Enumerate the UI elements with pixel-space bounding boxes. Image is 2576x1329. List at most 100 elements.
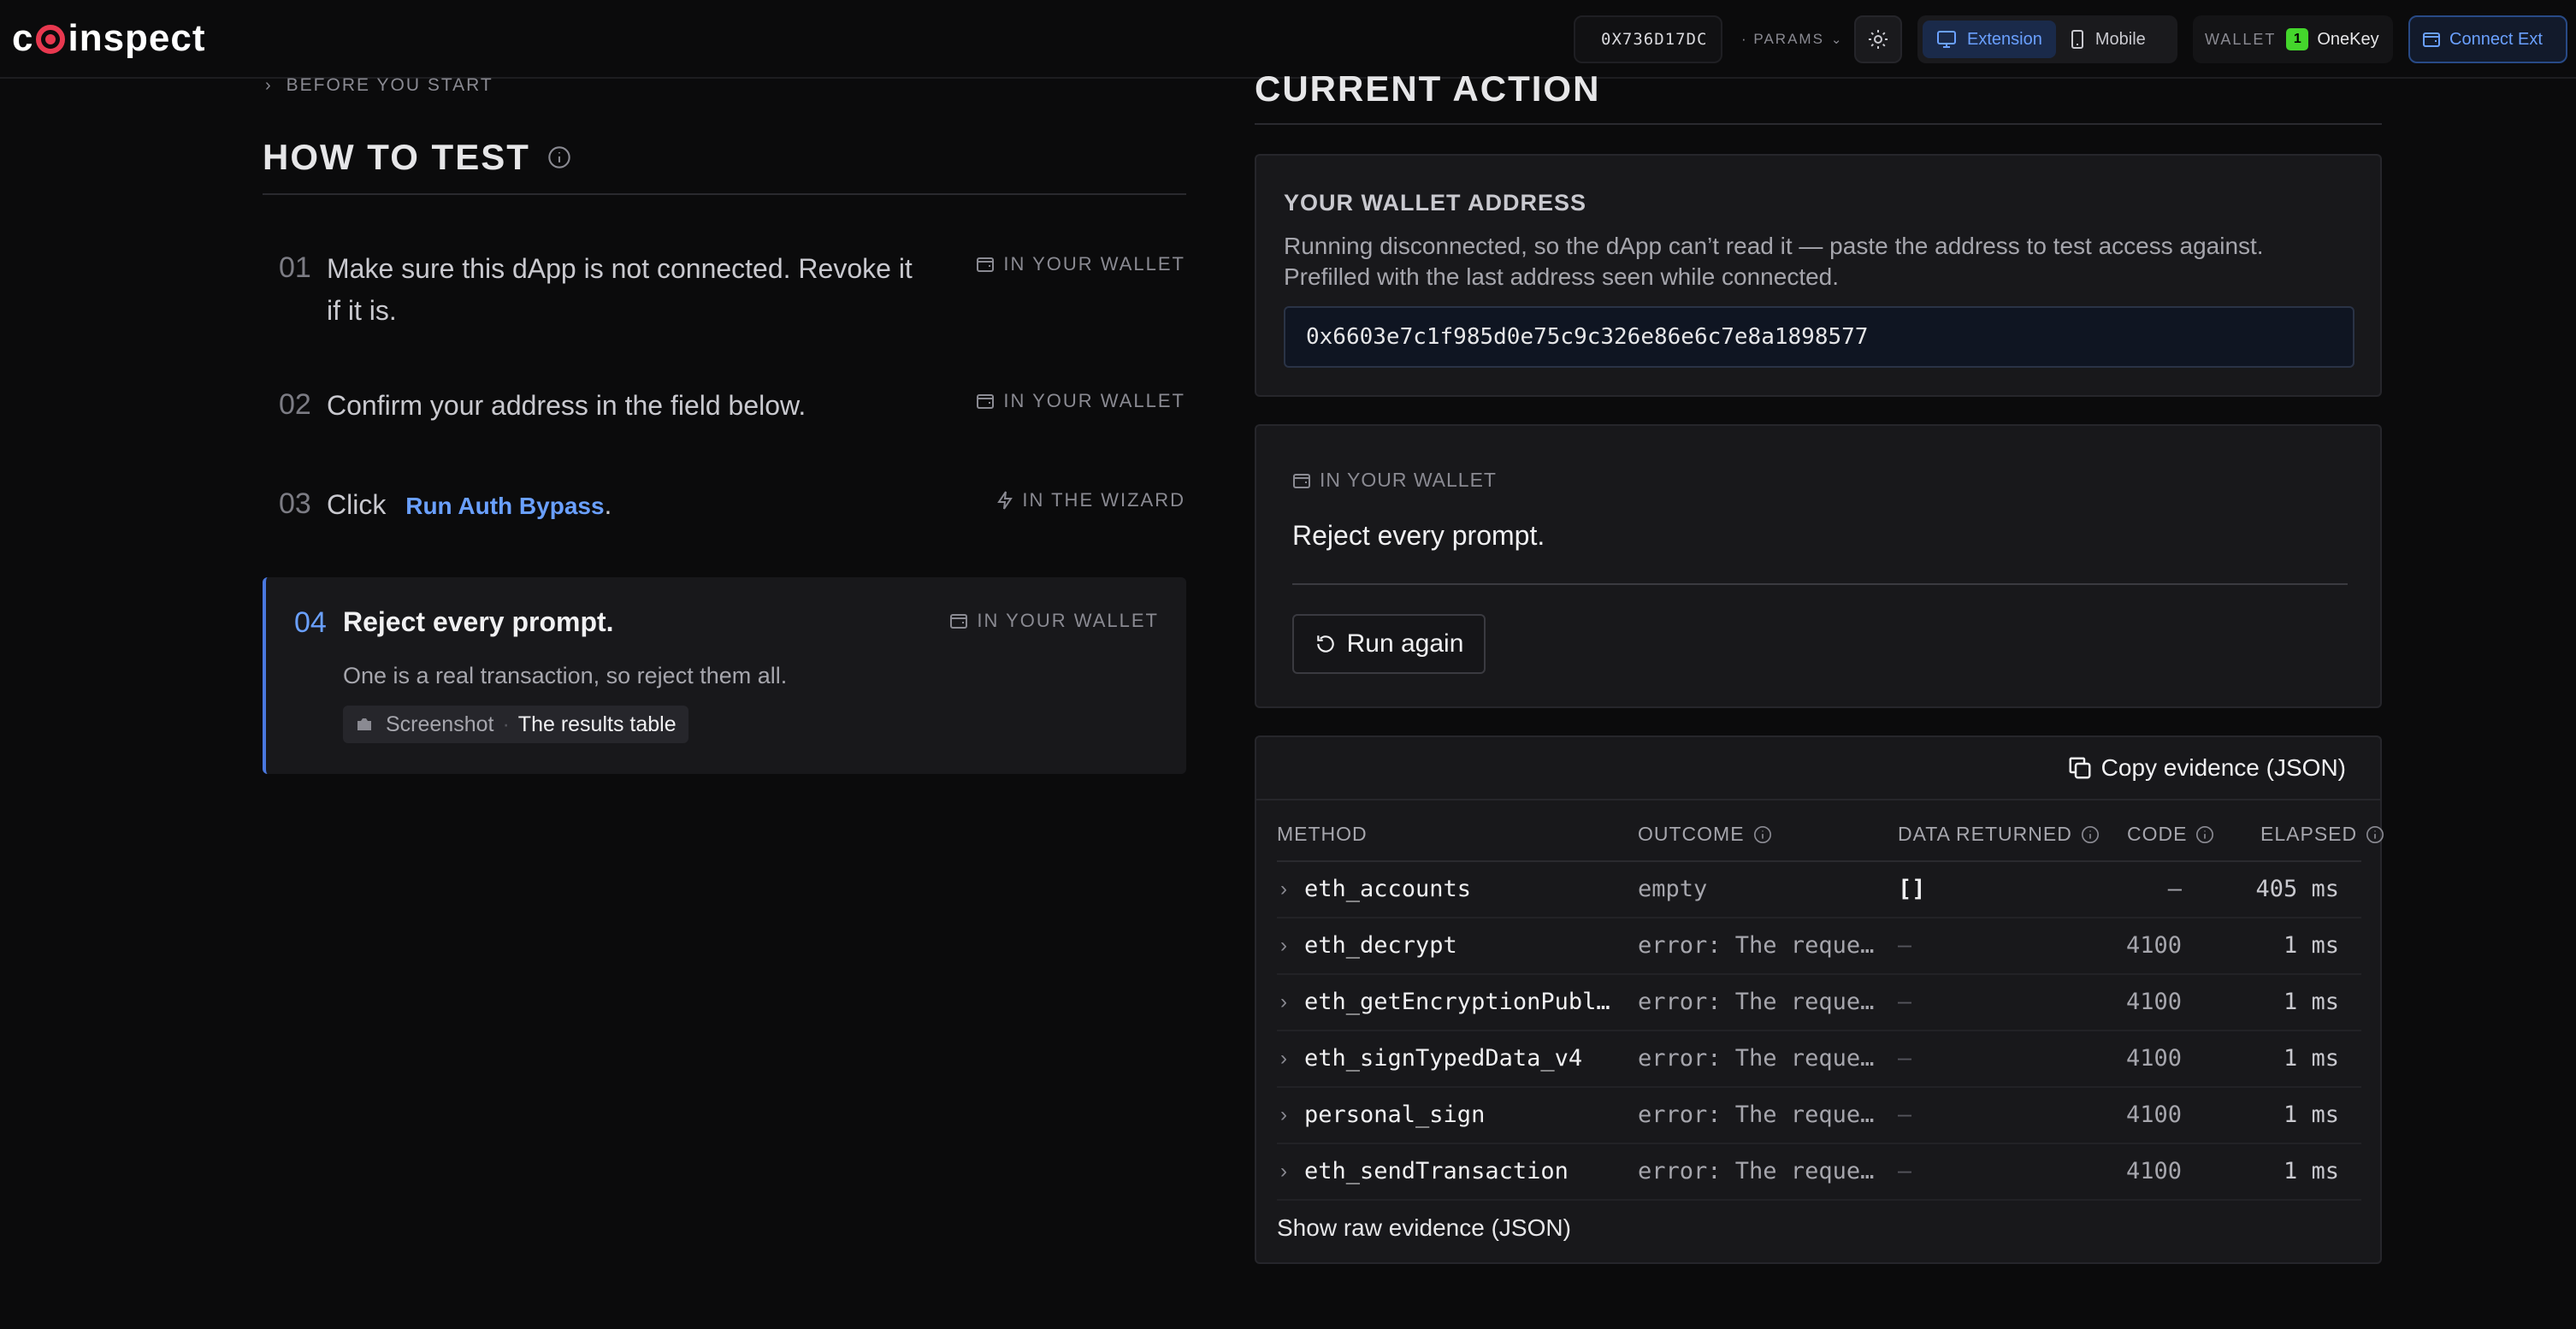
elapsed-cell: 1 ms: [2283, 932, 2339, 959]
action-tag-label: IN YOUR WALLET: [1320, 469, 1497, 491]
wallet-address-input[interactable]: [1284, 306, 2354, 368]
before-you-start-label: BEFORE YOU START: [286, 75, 493, 95]
code-cell: 4100: [2125, 989, 2182, 1015]
code-cell: 4100: [2125, 1102, 2182, 1128]
step-tag-label: IN YOUR WALLET: [1003, 253, 1185, 275]
data-cell: []: [1898, 876, 1926, 902]
wallet-icon: [1293, 473, 1310, 488]
connect-ext-button[interactable]: Connect Ext: [2408, 15, 2567, 63]
how-to-test-heading: HOW TO TEST: [263, 137, 571, 178]
outcome-cell: error: The request was rejected: [1638, 1158, 1882, 1184]
chevron-right-icon: ›: [265, 75, 273, 95]
elapsed-cell: 1 ms: [2283, 1158, 2339, 1184]
connected-address: 0X736D17DC: [1601, 30, 1708, 49]
chevron-right-icon: ›: [1280, 1103, 1287, 1126]
mode-switch: Extension Mobile: [1917, 15, 2177, 63]
info-icon[interactable]: [547, 145, 571, 169]
method-cell: eth_getEncryptionPublicKey: [1304, 989, 1619, 1015]
action-panel: IN YOUR WALLET Reject every prompt. Run …: [1255, 424, 2382, 708]
divider: [1292, 583, 2348, 585]
how-to-test-title: HOW TO TEST: [263, 137, 530, 177]
params-dropdown[interactable]: · PARAMS ⌄: [1736, 15, 1849, 63]
show-raw-evidence-link[interactable]: Show raw evidence (JSON): [1277, 1214, 1571, 1242]
info-icon[interactable]: [1753, 825, 1772, 844]
theme-toggle-button[interactable]: [1854, 15, 1902, 63]
step-04-active-card: 04 Reject every prompt. IN YOUR WALLET O…: [263, 577, 1186, 774]
wallet-icon: [2423, 32, 2440, 47]
mode-mobile-button[interactable]: Mobile: [2056, 21, 2159, 58]
chevron-right-icon: ›: [1280, 1160, 1287, 1183]
info-icon[interactable]: [2081, 825, 2100, 844]
step-tag: IN YOUR WALLET: [976, 253, 1185, 275]
step-tag: IN THE WIZARD: [996, 489, 1185, 511]
coinspect-logo[interactable]: c inspect: [12, 17, 206, 60]
outcome-cell: error: The request was rejected: [1638, 932, 1882, 959]
elapsed-cell: 405 ms: [2255, 876, 2339, 902]
current-action-heading: CURRENT ACTION: [1255, 68, 1601, 109]
divider: [263, 193, 1186, 195]
step-03: 03 Click Run Auth Bypass. IN THE WIZARD: [279, 484, 1185, 535]
params-label: · PARAMS: [1741, 31, 1824, 47]
info-icon[interactable]: [2195, 825, 2214, 844]
mode-extension-label: Extension: [1967, 29, 2042, 49]
screenshot-target: The results table: [517, 712, 676, 736]
column-header-data-returned: DATA RETURNED: [1898, 823, 2100, 846]
code-cell: —: [2167, 876, 2182, 902]
top-bar: c inspect 0X736D17DC · PARAMS ⌄ Extension…: [0, 0, 2576, 79]
step-text-suffix: .: [604, 489, 612, 520]
info-icon[interactable]: [2366, 825, 2384, 844]
copy-evidence-button[interactable]: Copy evidence (JSON): [2067, 754, 2346, 782]
method-cell: eth_accounts: [1304, 876, 1472, 902]
table-row[interactable]: › personal_sign error: The request was r…: [1277, 1088, 2361, 1144]
camera-icon: [357, 718, 371, 730]
outcome-cell: empty: [1638, 876, 1708, 902]
before-you-start-toggle[interactable]: › BEFORE YOU START: [265, 75, 493, 96]
evidence-panel: Copy evidence (JSON) METHOD OUTCOME DATA…: [1255, 735, 2384, 1264]
data-cell: —: [1898, 1045, 1912, 1072]
table-row[interactable]: › eth_accounts empty [] — 405 ms: [1277, 862, 2361, 918]
wallet-address-description: Running disconnected, so the dApp can’t …: [1284, 233, 2264, 290]
step-number: 03: [279, 487, 311, 520]
method-cell: eth_decrypt: [1304, 932, 1457, 959]
run-again-label: Run again: [1346, 629, 1464, 658]
logo-text-start: c: [12, 17, 34, 59]
step-01: 01 Make sure this dApp is not connected.…: [279, 248, 1185, 342]
chevron-right-icon: ›: [1280, 990, 1287, 1013]
data-cell: —: [1898, 989, 1912, 1015]
wallet-label: WALLET: [2205, 30, 2277, 48]
chevron-down-icon: ⌄: [1830, 32, 1844, 47]
step-number: 01: [279, 251, 311, 284]
wallet-selector[interactable]: WALLET 1 OneKey: [2193, 15, 2393, 63]
step-text: Confirm your address in the field below.: [327, 390, 806, 421]
copy-icon: [2069, 757, 2091, 779]
wallet-address-heading: YOUR WALLET ADDRESS: [1284, 190, 1587, 216]
table-row[interactable]: › eth_getEncryptionPublicKey error: The …: [1277, 975, 2361, 1031]
table-row[interactable]: › eth_decrypt error: The request was rej…: [1277, 918, 2361, 975]
chevron-right-icon: ›: [1280, 877, 1287, 901]
logo-text-end: inspect: [68, 17, 206, 59]
chevron-right-icon: ›: [1280, 1047, 1287, 1070]
onekey-logo-icon: 1: [2286, 28, 2309, 50]
method-cell: personal_sign: [1304, 1102, 1486, 1128]
phone-icon: [2071, 30, 2083, 49]
divider: [1255, 123, 2382, 125]
elapsed-cell: 1 ms: [2283, 1102, 2339, 1128]
step-subtext: One is a real transaction, so reject the…: [343, 663, 788, 688]
table-row[interactable]: › eth_sendTransaction error: The request…: [1277, 1144, 2361, 1201]
table-row[interactable]: › eth_signTypedData_v4 error: The reques…: [1277, 1031, 2361, 1088]
copy-evidence-label: Copy evidence (JSON): [2100, 754, 2346, 781]
connected-address-pill[interactable]: 0X736D17DC: [1574, 15, 1722, 63]
column-header-method: METHOD: [1277, 823, 1368, 845]
action-prompt: Reject every prompt.: [1292, 520, 1545, 551]
wallet-name: OneKey: [2317, 29, 2379, 49]
run-again-button[interactable]: Run again: [1292, 614, 1486, 674]
step-02: 02 Confirm your address in the field bel…: [279, 385, 1185, 436]
data-cell: —: [1898, 1158, 1912, 1184]
run-auth-bypass-link[interactable]: Run Auth Bypass: [405, 493, 604, 519]
mode-extension-button[interactable]: Extension: [1923, 21, 2056, 58]
logo-ring-icon: [36, 25, 66, 54]
connect-ext-label: Connect Ext: [2449, 29, 2543, 49]
step-number: 04: [294, 606, 327, 639]
column-header-elapsed: ELAPSED: [2260, 823, 2384, 846]
data-cell: —: [1898, 932, 1912, 959]
